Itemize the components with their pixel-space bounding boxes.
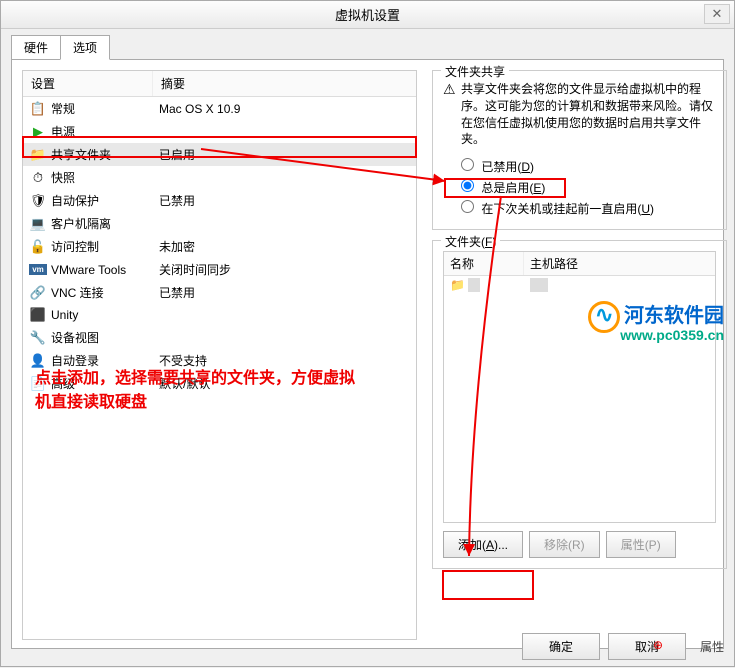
row-summary: 已禁用 — [159, 192, 410, 209]
watermark-logo-icon — [588, 301, 620, 333]
radio-always-label: 总是启用(E) — [481, 181, 545, 195]
tabstrip: 硬件 选项 — [1, 29, 734, 60]
radio-disabled[interactable]: 已禁用(D) — [443, 156, 716, 177]
cancel-button[interactable]: 取消⊕ — [608, 633, 686, 660]
folder-list-header: 名称 主机路径 — [444, 252, 715, 276]
dialog-buttons: 确定 取消⊕ 属性 — [522, 633, 724, 660]
row-label: 客户机隔离 — [51, 215, 159, 232]
list-row[interactable]: 📋常规Mac OS X 10.9 — [23, 97, 416, 120]
list-row[interactable]: 🔗VNC 连接已禁用 — [23, 281, 416, 304]
list-row[interactable]: 🔧设备视图 — [23, 326, 416, 349]
row-label: 常规 — [51, 100, 159, 117]
tab-hardware[interactable]: 硬件 — [11, 35, 61, 60]
ok-button[interactable]: 确定 — [522, 633, 600, 660]
advanced-label: 属性 — [700, 638, 724, 655]
list-row[interactable]: 📁共享文件夹已启用 — [23, 143, 416, 166]
col-setting: 设置 — [23, 71, 153, 96]
sharing-title: 文件夹共享 — [441, 63, 509, 80]
row-label: 访问控制 — [51, 238, 159, 255]
radio-disabled-input[interactable] — [461, 158, 474, 171]
radio-next[interactable]: 在下次关机或挂起前一直启用(U) — [443, 198, 716, 219]
folders-group: 文件夹(F) 名称 主机路径 📁 xx xxx 添加(A)... — [432, 240, 727, 569]
folder-row-name: 📁 xx — [450, 278, 530, 292]
list-row[interactable]: ⬛Unity — [23, 304, 416, 326]
options-panel: 设置 摘要 📋常规Mac OS X 10.9▶电源📁共享文件夹已启用⏱快照🛡自动… — [11, 59, 724, 649]
window-title: 虚拟机设置 — [335, 8, 400, 23]
list-row[interactable]: ⏱快照 — [23, 166, 416, 189]
row-summary: 未加密 — [159, 238, 410, 255]
radio-always[interactable]: 总是启用(E) — [443, 177, 716, 198]
list-body: 📋常规Mac OS X 10.9▶电源📁共享文件夹已启用⏱快照🛡自动保护已禁用💻… — [23, 97, 416, 395]
remove-button[interactable]: 移除(R) — [529, 531, 600, 558]
warning-text: 共享文件夹会将您的文件显示给虚拟机中的程序。这可能为您的计算机和数据带来风险。请… — [461, 81, 716, 148]
col-name: 名称 — [444, 252, 524, 275]
row-label: 自动保护 — [51, 192, 159, 209]
row-label: 快照 — [51, 169, 159, 186]
radio-next-input[interactable] — [461, 200, 474, 213]
row-label: 共享文件夹 — [51, 146, 159, 163]
folder-list[interactable]: 名称 主机路径 📁 xx xxx — [443, 251, 716, 523]
list-row[interactable]: ▶电源 — [23, 120, 416, 143]
sharing-warning: ⚠ 共享文件夹会将您的文件显示给虚拟机中的程序。这可能为您的计算机和数据带来风险… — [443, 81, 716, 148]
folder-buttons: 添加(A)... 移除(R) 属性(P) — [443, 523, 716, 558]
row-summary: 关闭时间同步 — [159, 261, 410, 278]
add-button[interactable]: 添加(A)... — [443, 531, 523, 558]
list-row[interactable]: 💻客户机隔离 — [23, 212, 416, 235]
list-row[interactable]: 🔓访问控制未加密 — [23, 235, 416, 258]
settings-list: 设置 摘要 📋常规Mac OS X 10.9▶电源📁共享文件夹已启用⏱快照🛡自动… — [22, 70, 417, 640]
close-button[interactable]: ✕ — [704, 4, 730, 24]
titlebar: 虚拟机设置 ✕ — [1, 1, 734, 29]
watermark-url: www.pc0359.cn — [620, 327, 724, 343]
row-label: 电源 — [51, 123, 159, 140]
radio-disabled-label: 已禁用(D) — [481, 160, 534, 174]
row-label: VMware Tools — [51, 263, 159, 277]
folders-title: 文件夹(F) — [441, 233, 500, 250]
properties-button[interactable]: 属性(P) — [606, 531, 676, 558]
highlight-add-button — [442, 570, 534, 600]
row-summary: 已禁用 — [159, 284, 410, 301]
row-summary: 已启用 — [159, 146, 410, 163]
row-summary: Mac OS X 10.9 — [159, 102, 410, 116]
list-row[interactable]: 🛡自动保护已禁用 — [23, 189, 416, 212]
col-summary: 摘要 — [153, 71, 416, 96]
list-row[interactable]: vmVMware Tools关闭时间同步 — [23, 258, 416, 281]
folder-row[interactable]: 📁 xx xxx — [444, 276, 715, 294]
row-label: Unity — [51, 308, 159, 322]
row-label: VNC 连接 — [51, 284, 159, 301]
sharing-group: 文件夹共享 ⚠ 共享文件夹会将您的文件显示给虚拟机中的程序。这可能为您的计算机和… — [432, 70, 727, 230]
radio-always-input[interactable] — [461, 179, 474, 192]
annotation-text: 点击添加，选择需要共享的文件夹，方便虚拟机直接读取硬盘 — [35, 367, 365, 415]
tab-options[interactable]: 选项 — [60, 35, 110, 60]
col-hostpath: 主机路径 — [524, 252, 715, 275]
row-label: 设备视图 — [51, 329, 159, 346]
warning-icon: ⚠ — [443, 81, 461, 148]
list-header: 设置 摘要 — [23, 71, 416, 97]
folder-row-path: xxx — [530, 278, 548, 292]
radio-next-label: 在下次关机或挂起前一直启用(U) — [481, 202, 654, 216]
